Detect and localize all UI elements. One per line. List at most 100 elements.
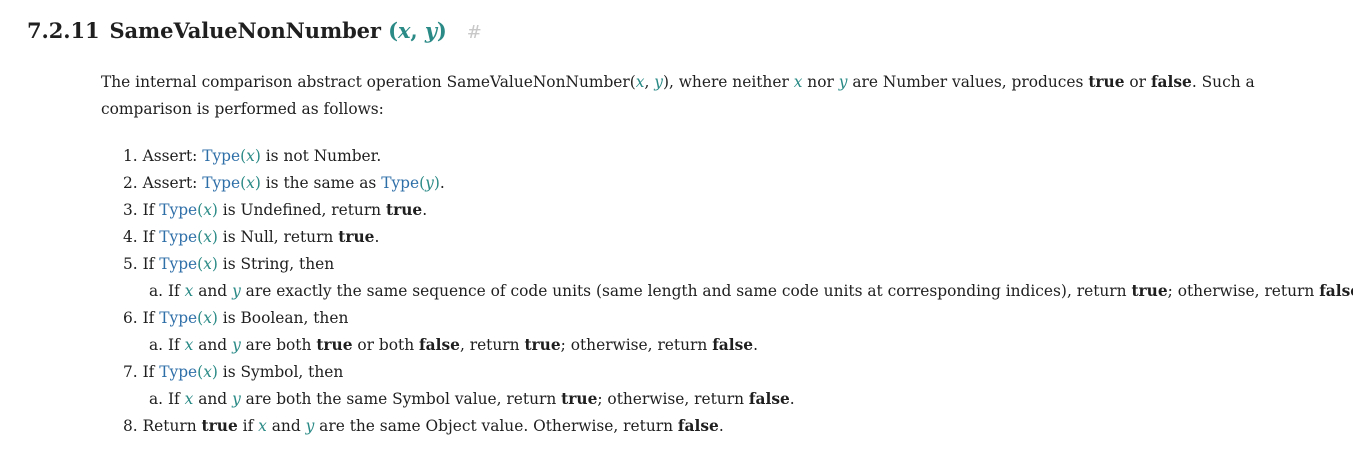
var-y: y — [232, 282, 241, 300]
type-link[interactable]: Type — [159, 201, 197, 219]
substeps: a. If x and y are both the same Symbol v… — [123, 386, 1353, 413]
var-x: x — [246, 147, 255, 165]
type-link[interactable]: Type — [159, 255, 197, 273]
section-anchor-link[interactable]: # — [467, 22, 482, 43]
step-number: 8. — [123, 417, 143, 435]
intro-text: The internal comparison abstract operati… — [101, 73, 636, 91]
step-text: is the same as — [260, 174, 382, 192]
step-number: a. — [149, 336, 168, 354]
type-link[interactable]: Type — [381, 174, 419, 192]
value-true: true — [561, 390, 598, 408]
step-text: If — [167, 336, 185, 354]
intro-text: ), where neither — [662, 73, 794, 91]
step-text: is String, then — [217, 255, 335, 273]
paren-open: ( — [388, 18, 398, 43]
type-link[interactable]: Type — [202, 174, 240, 192]
step-text: Return — [142, 417, 202, 435]
var-y: y — [305, 417, 315, 435]
spec-clause: 7.2.11 SameValueNonNumber (x, y) # The int… — [0, 0, 1353, 452]
type-link[interactable]: Type — [159, 363, 197, 381]
operation-name: SameValueNonNumber — [109, 18, 381, 43]
var-x: x — [203, 255, 212, 273]
step-text: ; otherwise, return — [1167, 282, 1320, 300]
value-true: true — [1088, 73, 1125, 91]
var-x: x — [203, 363, 212, 381]
type-link[interactable]: Type — [159, 228, 197, 246]
step-text: are the same Object value. Otherwise, re… — [314, 417, 678, 435]
step-text: If — [167, 390, 185, 408]
value-false: false — [712, 336, 754, 354]
step-number: 5. — [123, 255, 143, 273]
value-true: true — [338, 228, 375, 246]
clause-heading: 7.2.11 SameValueNonNumber (x, y) # — [27, 18, 482, 43]
step-number: a. — [149, 390, 168, 408]
step-text: If — [142, 363, 160, 381]
var-x: x — [258, 417, 267, 435]
step-text: , return — [459, 336, 525, 354]
step-text: is not Number. — [260, 147, 382, 165]
step-5a: a. If x and y are exactly the same seque… — [149, 278, 1353, 305]
value-true: true — [316, 336, 353, 354]
step-text: and — [193, 390, 233, 408]
step-text: . — [422, 201, 428, 219]
intro-text: are Number values, produces — [847, 73, 1089, 91]
intro-text: nor — [802, 73, 839, 91]
param-y: y — [424, 18, 437, 43]
step-text: is Boolean, then — [217, 309, 349, 327]
var-y: y — [232, 390, 241, 408]
step-2: 2. Assert: Type(x) is the same as Type(y… — [123, 174, 445, 192]
step-text: . — [718, 417, 724, 435]
step-text: . — [753, 336, 758, 354]
step-text: are both — [240, 336, 317, 354]
step-6a: a. If x and y are both true or both fals… — [149, 332, 1353, 359]
step-text: . — [439, 174, 445, 192]
var-y: y — [232, 336, 241, 354]
substeps: a. If x and y are both true or both fals… — [123, 332, 1353, 359]
step-number: 3. — [123, 201, 143, 219]
step-text: and — [193, 282, 233, 300]
step-text: Assert: — [142, 147, 203, 165]
var-y: y — [654, 73, 663, 91]
step-text: if — [237, 417, 259, 435]
param-comma: , — [410, 18, 418, 43]
intro-text: or — [1124, 73, 1151, 91]
step-text: . — [374, 228, 380, 246]
step-text: If — [167, 282, 185, 300]
step-5: 5. If Type(x) is String, then a. If x an… — [123, 251, 1353, 305]
step-6: 6. If Type(x) is Boolean, then a. If x a… — [123, 305, 1353, 359]
var-x: x — [203, 201, 212, 219]
step-text: If — [142, 201, 160, 219]
value-true: true — [524, 336, 561, 354]
value-false: false — [748, 390, 790, 408]
step-text: If — [142, 228, 160, 246]
step-7a: a. If x and y are both the same Symbol v… — [149, 386, 1353, 413]
value-false: false — [1150, 73, 1192, 91]
param-x: x — [397, 18, 411, 43]
step-text: or both — [352, 336, 420, 354]
var-x: x — [203, 309, 212, 327]
algorithm-steps: 1. Assert: Type(x) is not Number. 2. Ass… — [123, 143, 1353, 440]
step-number: 2. — [123, 174, 143, 192]
step-number: a. — [149, 282, 168, 300]
step-4: 4. If Type(x) is Null, return true. — [123, 228, 380, 246]
step-text: is Symbol, then — [217, 363, 344, 381]
substeps: a. If x and y are exactly the same seque… — [123, 278, 1353, 305]
value-false: false — [1319, 282, 1353, 300]
value-false: false — [419, 336, 460, 354]
step-text: Assert: — [142, 174, 203, 192]
step-text: is Undefined, return — [217, 201, 386, 219]
step-text: . — [789, 390, 795, 408]
step-text: is Null, return — [217, 228, 339, 246]
step-8: 8. Return true if x and y are the same O… — [123, 413, 1353, 440]
var-x: x — [246, 174, 255, 192]
step-number: 1. — [123, 147, 143, 165]
step-1: 1. Assert: Type(x) is not Number. — [123, 147, 382, 165]
step-3: 3. If Type(x) is Undefined, return true. — [123, 201, 428, 219]
step-number: 4. — [123, 228, 143, 246]
paren-close: ) — [436, 18, 447, 43]
value-true: true — [201, 417, 238, 435]
type-link[interactable]: Type — [159, 309, 197, 327]
intro-text: , — [644, 73, 655, 91]
type-link[interactable]: Type — [202, 147, 240, 165]
step-text: ; otherwise, return — [597, 390, 749, 408]
